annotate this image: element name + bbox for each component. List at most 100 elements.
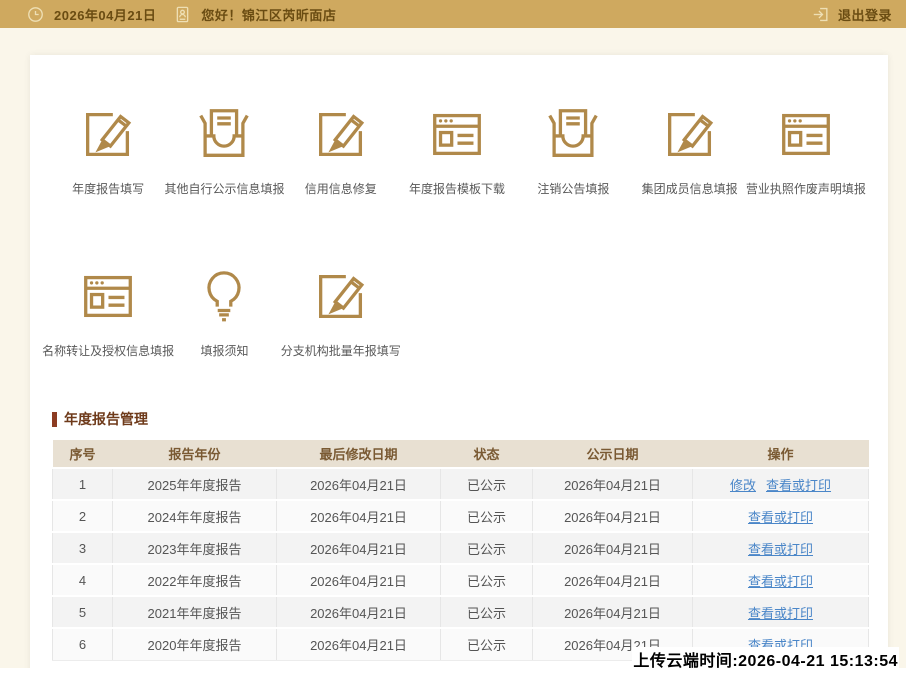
menu-item-label: 年度报告模板下载 [391, 181, 523, 197]
cell-year: 2025年年度报告 [113, 468, 277, 500]
greeting-text: 您好！锦江区芮昕面店 [201, 5, 336, 24]
edit-icon [77, 103, 139, 165]
edit-icon [659, 103, 721, 165]
view-or-print-link[interactable]: 查看或打印 [748, 542, 813, 557]
topbar: 2026年04月21日 您好！锦江区芮昕面店 退出登录 [0, 0, 906, 28]
menu-item[interactable]: 分支机构批量年报填写 [283, 265, 399, 359]
table-row: 52021年年度报告2026年04月21日已公示2026年04月21日查看或打印 [53, 596, 869, 628]
browser-icon [775, 103, 837, 165]
column-header: 公示日期 [533, 440, 693, 468]
upload-time-overlay: 上传云端时间:2026-04-21 15:13:54 [632, 647, 899, 671]
section-title-marker [52, 412, 57, 427]
cell-published: 2026年04月21日 [533, 532, 693, 564]
menu-item-label: 填报须知 [158, 343, 290, 359]
cell-published: 2026年04月21日 [533, 468, 693, 500]
menu-item[interactable]: 信用信息修复 [283, 103, 399, 197]
menu-item[interactable]: 年度报告填写 [50, 103, 166, 197]
cell-status: 已公示 [441, 628, 533, 660]
menu-item-label: 集团成员信息填报 [624, 181, 756, 197]
cell-year: 2021年年度报告 [113, 596, 277, 628]
browser-icon [426, 103, 488, 165]
cell-modified: 2026年04月21日 [277, 500, 441, 532]
main-card: 年度报告填写其他自行公示信息填报信用信息修复年度报告模板下载注销公告填报集团成员… [30, 55, 888, 675]
column-header: 序号 [53, 440, 113, 468]
cell-no: 6 [53, 628, 113, 660]
cell-published: 2026年04月21日 [533, 500, 693, 532]
menu-item[interactable]: 营业执照作废声明填报 [748, 103, 864, 197]
menu-item[interactable]: 填报须知 [166, 265, 282, 359]
menu-item[interactable]: 注销公告填报 [515, 103, 631, 197]
current-date: 2026年04月21日 [54, 5, 156, 24]
table-header-row: 序号报告年份最后修改日期状态公示日期操作 [53, 440, 869, 468]
menu-item-label: 年度报告填写 [42, 181, 174, 197]
cell-no: 5 [53, 596, 113, 628]
logout-icon [811, 5, 830, 24]
topbar-left: 2026年04月21日 您好！锦江区芮昕面店 [26, 5, 336, 24]
section-title-text: 年度报告管理 [64, 409, 148, 429]
menu-item[interactable]: 年度报告模板下载 [399, 103, 515, 197]
menu-item[interactable]: 名称转让及授权信息填报 [50, 265, 166, 359]
modify-link[interactable]: 修改 [730, 478, 756, 493]
cell-published: 2026年04月21日 [533, 596, 693, 628]
cell-actions: 查看或打印 [693, 564, 869, 596]
cell-year: 2023年年度报告 [113, 532, 277, 564]
cell-modified: 2026年04月21日 [277, 596, 441, 628]
column-header: 状态 [441, 440, 533, 468]
view-or-print-link[interactable]: 查看或打印 [748, 606, 813, 621]
table-row: 22024年年度报告2026年04月21日已公示2026年04月21日查看或打印 [53, 500, 869, 532]
cell-modified: 2026年04月21日 [277, 468, 441, 500]
table-row: 12025年年度报告2026年04月21日已公示2026年04月21日修改查看或… [53, 468, 869, 500]
column-header: 报告年份 [113, 440, 277, 468]
cell-no: 2 [53, 500, 113, 532]
cell-modified: 2026年04月21日 [277, 532, 441, 564]
menu-item-label: 注销公告填报 [507, 181, 639, 197]
view-or-print-link[interactable]: 查看或打印 [766, 478, 831, 493]
cell-actions: 修改查看或打印 [693, 468, 869, 500]
cell-status: 已公示 [441, 564, 533, 596]
edit-icon [310, 265, 372, 327]
logout-button[interactable]: 退出登录 [811, 5, 892, 24]
cell-status: 已公示 [441, 500, 533, 532]
clock-icon [26, 5, 45, 24]
cell-no: 1 [53, 468, 113, 500]
cell-no: 3 [53, 532, 113, 564]
cell-actions: 查看或打印 [693, 532, 869, 564]
browser-icon [77, 265, 139, 327]
menu-item[interactable]: 其他自行公示信息填报 [166, 103, 282, 197]
menu-item-label: 其他自行公示信息填报 [158, 181, 290, 197]
cell-published: 2026年04月21日 [533, 564, 693, 596]
cell-actions: 查看或打印 [693, 500, 869, 532]
bulb-icon [193, 265, 255, 327]
cell-status: 已公示 [441, 468, 533, 500]
table-row: 42022年年度报告2026年04月21日已公示2026年04月21日查看或打印 [53, 564, 869, 596]
inbox-icon [542, 103, 604, 165]
menu-item[interactable]: 集团成员信息填报 [631, 103, 747, 197]
cell-actions: 查看或打印 [693, 596, 869, 628]
table-row: 32023年年度报告2026年04月21日已公示2026年04月21日查看或打印 [53, 532, 869, 564]
logout-label: 退出登录 [838, 5, 892, 24]
cell-year: 2024年年度报告 [113, 500, 277, 532]
cell-status: 已公示 [441, 596, 533, 628]
cell-year: 2022年年度报告 [113, 564, 277, 596]
cell-year: 2020年年度报告 [113, 628, 277, 660]
menu-item-label: 营业执照作废声明填报 [740, 181, 872, 197]
section-title: 年度报告管理 [52, 409, 868, 429]
column-header: 最后修改日期 [277, 440, 441, 468]
user-badge-icon [173, 5, 192, 24]
menu-item-label: 分支机构批量年报填写 [275, 343, 407, 359]
edit-icon [310, 103, 372, 165]
cell-no: 4 [53, 564, 113, 596]
cell-status: 已公示 [441, 532, 533, 564]
annual-report-table: 序号报告年份最后修改日期状态公示日期操作 12025年年度报告2026年04月2… [52, 440, 869, 661]
menu-item-label: 名称转让及授权信息填报 [42, 343, 174, 359]
view-or-print-link[interactable]: 查看或打印 [748, 510, 813, 525]
cell-modified: 2026年04月21日 [277, 564, 441, 596]
cell-modified: 2026年04月21日 [277, 628, 441, 660]
annual-report-section: 年度报告管理 序号报告年份最后修改日期状态公示日期操作 12025年年度报告20… [52, 409, 868, 661]
view-or-print-link[interactable]: 查看或打印 [748, 574, 813, 589]
menu-item-label: 信用信息修复 [275, 181, 407, 197]
menu-row-2: 名称转让及授权信息填报填报须知分支机构批量年报填写 [50, 265, 399, 359]
inbox-icon [193, 103, 255, 165]
menu-row-1: 年度报告填写其他自行公示信息填报信用信息修复年度报告模板下载注销公告填报集团成员… [50, 103, 864, 197]
column-header: 操作 [693, 440, 869, 468]
